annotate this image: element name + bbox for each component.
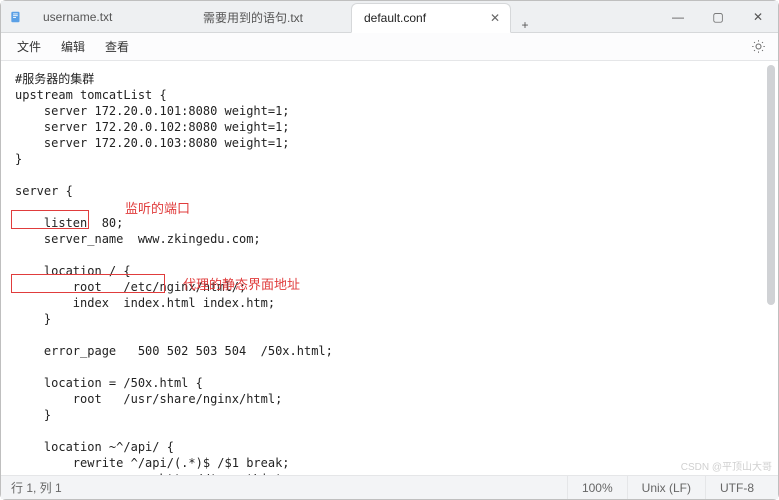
editor-area[interactable]: #服务器的集群 upstream tomcatList { server 172… — [1, 61, 778, 475]
minimize-button[interactable]: — — [658, 1, 698, 32]
tab-label: 需要用到的语句.txt — [203, 9, 303, 26]
tab-label: default.conf — [364, 11, 426, 25]
tab-default-conf[interactable]: default.conf ✕ — [351, 3, 511, 33]
status-eol[interactable]: Unix (LF) — [627, 476, 705, 499]
new-tab-button[interactable]: + — [511, 18, 539, 32]
vertical-scrollbar[interactable] — [766, 61, 776, 475]
gear-icon — [751, 39, 766, 54]
window-controls: — ▢ ✕ — [658, 1, 778, 32]
app-icon — [1, 1, 31, 32]
settings-button[interactable] — [744, 39, 772, 54]
titlebar: username.txt 需要用到的语句.txt default.conf ✕ … — [1, 1, 778, 33]
maximize-button[interactable]: ▢ — [698, 1, 738, 32]
tab-username[interactable]: username.txt — [31, 2, 191, 32]
notepad-icon — [9, 10, 23, 24]
menu-file[interactable]: 文件 — [7, 35, 51, 58]
tab-label: username.txt — [43, 10, 112, 24]
statusbar: 行 1, 列 1 100% Unix (LF) UTF-8 — [1, 475, 778, 499]
editor-content: #服务器的集群 upstream tomcatList { server 172… — [15, 72, 333, 475]
close-button[interactable]: ✕ — [738, 1, 778, 32]
close-icon[interactable]: ✕ — [488, 11, 502, 25]
status-zoom[interactable]: 100% — [567, 476, 627, 499]
annotation-label-listen: 监听的端口 — [125, 201, 190, 217]
tab-strip: username.txt 需要用到的语句.txt default.conf ✕ … — [31, 1, 658, 32]
status-encoding[interactable]: UTF-8 — [705, 476, 768, 499]
menu-view[interactable]: 查看 — [95, 35, 139, 58]
status-position: 行 1, 列 1 — [11, 479, 62, 496]
tab-sentences[interactable]: 需要用到的语句.txt — [191, 2, 351, 32]
scrollbar-thumb[interactable] — [767, 65, 775, 305]
menubar: 文件 编辑 查看 — [1, 33, 778, 61]
menu-edit[interactable]: 编辑 — [51, 35, 95, 58]
app-window: username.txt 需要用到的语句.txt default.conf ✕ … — [0, 0, 779, 500]
